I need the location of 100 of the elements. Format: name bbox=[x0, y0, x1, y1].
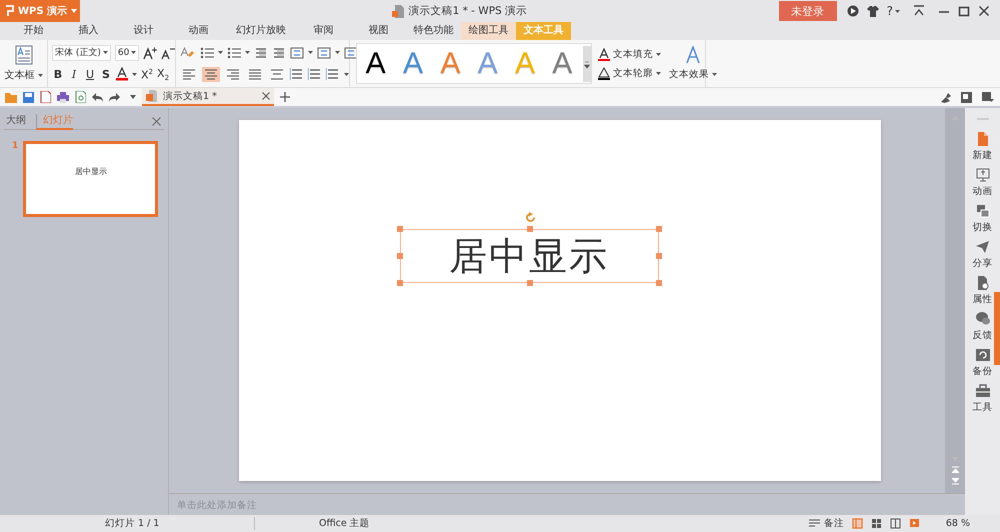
print-icon[interactable] bbox=[57, 92, 69, 102]
menu-caret-icon[interactable] bbox=[982, 92, 994, 102]
text-effects-button[interactable]: 文本效果 bbox=[669, 46, 717, 81]
notes-button[interactable]: 备注 bbox=[808, 517, 844, 530]
gallery-scroll-icon[interactable] bbox=[583, 46, 591, 82]
sidebar-toggle[interactable] bbox=[994, 292, 1000, 365]
paragraph-spacing-icon[interactable] bbox=[290, 67, 304, 81]
slideshow-icon[interactable] bbox=[908, 518, 920, 529]
justify-icon[interactable] bbox=[246, 66, 264, 82]
text-effects-icon bbox=[685, 46, 701, 64]
format-painter-icon[interactable] bbox=[940, 92, 951, 102]
shirt-icon[interactable] bbox=[866, 5, 879, 17]
align-left-icon[interactable] bbox=[180, 66, 198, 82]
shrink-font-icon[interactable] bbox=[161, 46, 176, 60]
text-style-option[interactable]: A bbox=[366, 46, 386, 80]
ribbon-tab[interactable]: 视图 bbox=[351, 22, 406, 40]
ribbon-tab[interactable]: 设计 bbox=[116, 22, 171, 40]
sidebar-item[interactable]: 分享 bbox=[972, 240, 992, 276]
align-text-icon[interactable] bbox=[317, 46, 331, 60]
ribbon-tab[interactable]: 插入 bbox=[61, 22, 116, 40]
new-tab-icon[interactable] bbox=[280, 92, 290, 102]
grip-handle[interactable] bbox=[976, 118, 988, 120]
resize-handle[interactable] bbox=[656, 280, 662, 286]
resize-handle[interactable] bbox=[526, 226, 532, 232]
bullet-list-icon[interactable] bbox=[200, 46, 214, 60]
ribbon-tab[interactable]: 幻灯片放映 bbox=[226, 22, 296, 40]
undo-icon[interactable] bbox=[92, 92, 103, 102]
panel-tab[interactable]: 大纲 bbox=[6, 114, 26, 130]
font-color-icon[interactable] bbox=[116, 67, 128, 82]
notes-icon bbox=[808, 519, 820, 528]
slide-sorter-icon[interactable] bbox=[870, 518, 882, 529]
close-icon[interactable] bbox=[978, 5, 990, 17]
bold-button[interactable]: B bbox=[52, 68, 64, 81]
superscript-button[interactable]: X$^{2}$ bbox=[141, 68, 154, 82]
text-outline-button[interactable]: 文本轮廓 bbox=[598, 66, 661, 80]
ribbon-tab[interactable]: 绘图工具 bbox=[461, 22, 516, 40]
ribbon-tab[interactable]: 特色功能 bbox=[406, 22, 461, 40]
slide-thumbnail[interactable]: 居中显示 bbox=[23, 141, 158, 217]
text-style-option[interactable]: A bbox=[552, 46, 572, 80]
decrease-indent-icon[interactable] bbox=[254, 46, 268, 60]
ribbon-tab[interactable]: 开始 bbox=[6, 22, 61, 40]
resize-handle[interactable] bbox=[396, 253, 402, 259]
text-fill-button[interactable]: 文本填充 bbox=[598, 48, 661, 60]
caret-icon[interactable] bbox=[218, 51, 223, 54]
increase-indent-icon[interactable] bbox=[272, 46, 286, 60]
sidebar-item[interactable]: 切换 bbox=[972, 204, 992, 240]
caret-icon[interactable] bbox=[245, 51, 250, 54]
columns-icon[interactable] bbox=[326, 67, 340, 81]
sidebar-item[interactable]: 属性 bbox=[972, 276, 992, 312]
shadow-button[interactable]: S bbox=[100, 68, 112, 81]
caret-icon[interactable] bbox=[130, 95, 136, 99]
line-spacing-icon[interactable] bbox=[344, 46, 358, 60]
resize-handle[interactable] bbox=[396, 280, 402, 286]
distribute-icon[interactable] bbox=[268, 66, 286, 82]
subscript-button[interactable]: X$_{2}$ bbox=[157, 66, 170, 82]
resize-handle[interactable] bbox=[656, 253, 662, 259]
maximize-icon[interactable] bbox=[958, 5, 970, 17]
export-pdf-icon[interactable] bbox=[40, 91, 51, 103]
italic-button[interactable]: I bbox=[68, 68, 80, 81]
caret-icon bbox=[712, 73, 717, 76]
redo-icon[interactable] bbox=[109, 92, 120, 102]
rotate-handle-icon[interactable] bbox=[524, 212, 536, 223]
resize-handle[interactable] bbox=[526, 280, 532, 286]
collapse-ribbon-icon[interactable] bbox=[913, 5, 925, 17]
window-title: 演示文稿1 * - WPS 演示 bbox=[408, 4, 528, 18]
document-tab[interactable]: 演示文稿1 * bbox=[142, 88, 274, 106]
document-icon bbox=[392, 4, 404, 18]
caret-icon[interactable] bbox=[308, 51, 313, 54]
reading-view-icon[interactable] bbox=[890, 518, 901, 529]
grow-font-icon[interactable] bbox=[143, 46, 158, 60]
font-name-dropdown[interactable]: 宋体 (正文) bbox=[52, 44, 111, 61]
sidebar-item[interactable]: 备份 bbox=[972, 348, 992, 384]
ribbon-tab[interactable]: 动画 bbox=[171, 22, 226, 40]
caret-icon bbox=[71, 9, 77, 13]
print-preview-icon[interactable] bbox=[75, 91, 86, 103]
close-icon[interactable] bbox=[262, 92, 270, 100]
ribbon-tab[interactable]: 审阅 bbox=[296, 22, 351, 40]
numbered-list-icon[interactable] bbox=[227, 46, 241, 60]
caret-icon[interactable] bbox=[344, 72, 349, 76]
caret-icon[interactable] bbox=[132, 72, 137, 76]
caret-icon[interactable] bbox=[895, 10, 900, 12]
resize-handle[interactable] bbox=[656, 226, 662, 232]
save-icon[interactable] bbox=[23, 92, 34, 102]
sidebar-item[interactable]: 反馈 bbox=[972, 312, 992, 348]
sidebar-item[interactable]: 动画 bbox=[972, 168, 992, 204]
text-direction-icon[interactable] bbox=[290, 46, 304, 60]
underline-button[interactable]: U bbox=[84, 68, 96, 81]
font-size-dropdown[interactable]: 60 bbox=[114, 44, 140, 61]
caret-icon[interactable] bbox=[335, 51, 340, 54]
textbox-button[interactable]: 文本框 bbox=[4, 45, 42, 82]
help-button[interactable]: ? bbox=[886, 4, 893, 18]
close-icon[interactable] bbox=[152, 117, 161, 126]
align-center-icon[interactable] bbox=[202, 66, 220, 82]
window-icon[interactable] bbox=[961, 92, 972, 102]
resize-handle[interactable] bbox=[396, 226, 402, 232]
sidebar-item[interactable]: 新建 bbox=[972, 132, 992, 168]
sidebar-item[interactable]: 工具 bbox=[972, 384, 992, 420]
indent-icon[interactable] bbox=[308, 67, 322, 81]
clear-format-icon[interactable] bbox=[180, 46, 194, 60]
align-right-icon[interactable] bbox=[224, 66, 242, 82]
